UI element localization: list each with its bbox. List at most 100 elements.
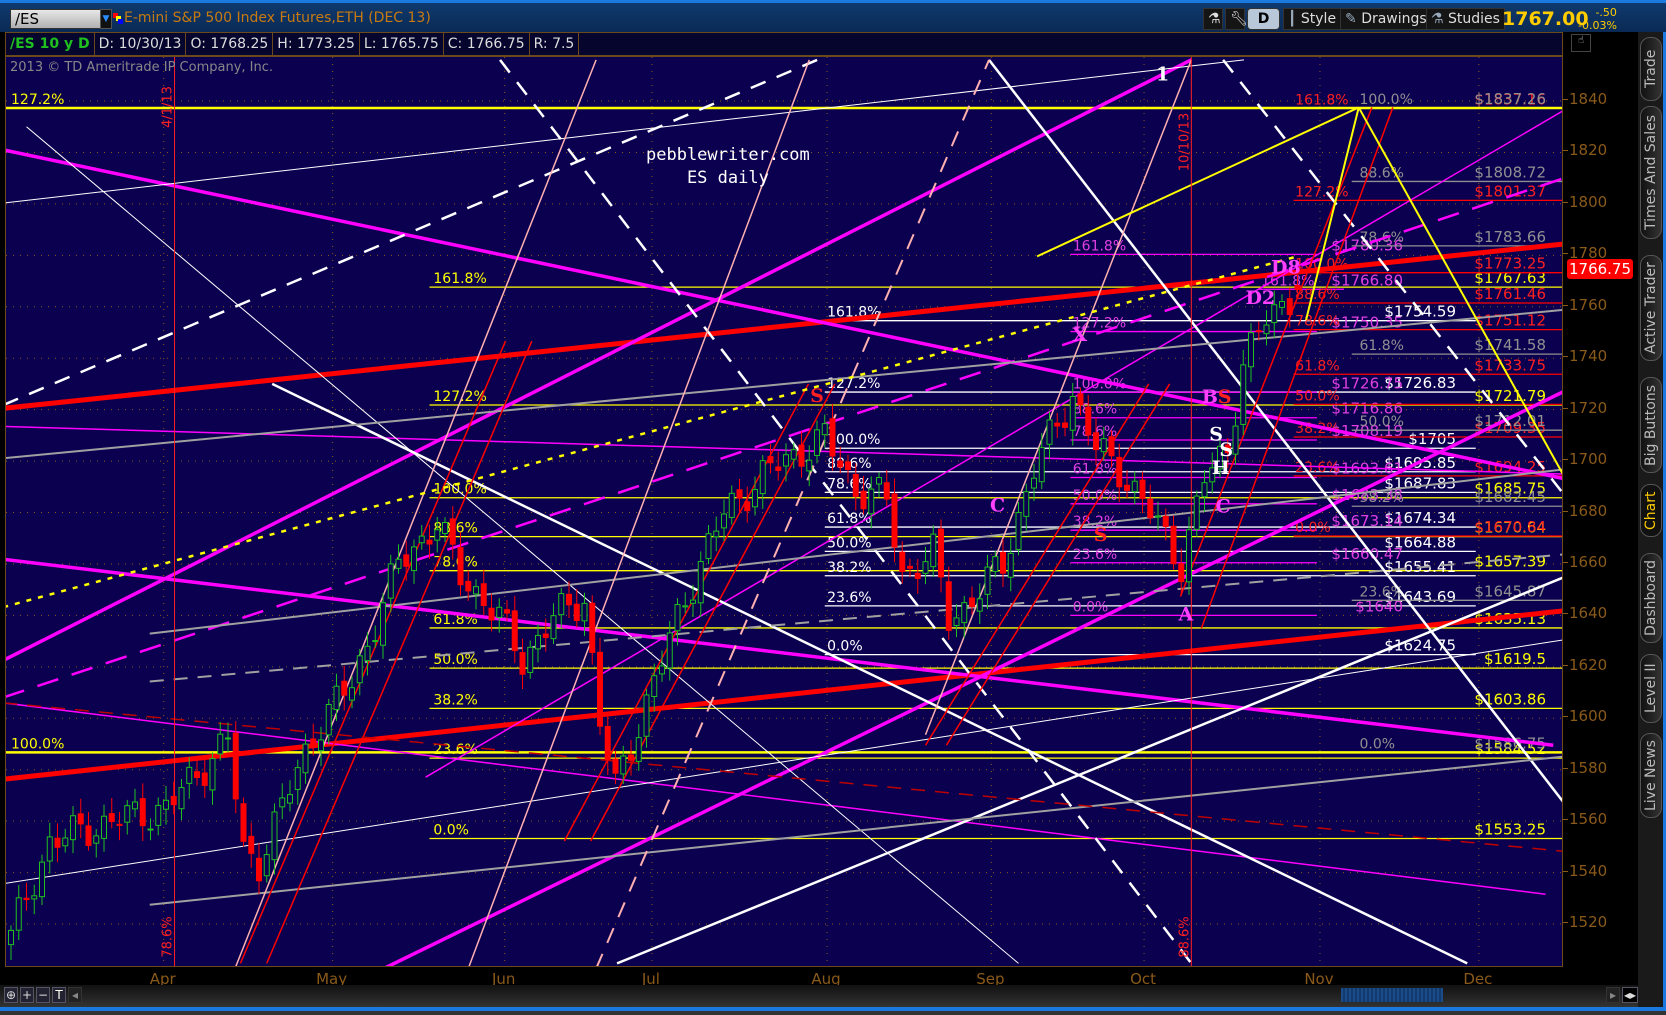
candle — [945, 566, 952, 640]
candle-body-down — [1162, 515, 1169, 527]
candle-body-down — [504, 609, 510, 614]
candle — [728, 485, 735, 525]
cursor-mode-icon[interactable]: ☝ — [1571, 34, 1591, 52]
candle-body-up — [1031, 477, 1037, 489]
candle-body-down — [465, 580, 472, 592]
fib-price-label: $1682.45 — [1474, 488, 1546, 506]
candle-body-up — [721, 513, 727, 529]
candle-body-up — [1069, 395, 1076, 431]
fib-level-label: 0.0% — [1295, 520, 1331, 536]
candle — [139, 783, 146, 841]
zoom-in-icon[interactable]: + — [20, 987, 34, 1003]
candle — [597, 637, 603, 735]
candle-body-down — [829, 418, 836, 457]
candle-body-up — [418, 535, 425, 544]
candle-body-down — [201, 772, 208, 786]
y-tick-label: 1640 — [1562, 604, 1608, 623]
candle — [163, 785, 169, 825]
candle-body-up — [1240, 364, 1247, 425]
symbol-dropdown-button[interactable]: ▼ — [100, 9, 112, 29]
candle-body-up — [682, 605, 689, 608]
candle-body-up — [271, 811, 278, 861]
candle — [519, 638, 526, 690]
candle-body-down — [1062, 422, 1068, 428]
candle-body-down — [85, 825, 92, 846]
side-tab-live-news[interactable]: Live News — [1640, 733, 1662, 818]
candle-body-down — [597, 651, 603, 727]
candle — [775, 451, 782, 481]
trendline-pink — [924, 59, 1193, 736]
side-tab-big-buttons[interactable]: Big Buttons — [1640, 377, 1662, 473]
trendline-magenta-thick — [6, 557, 1554, 748]
candle — [225, 722, 231, 753]
symbol-input[interactable]: /ES — [10, 9, 110, 29]
scroll-left-button[interactable]: ◂ — [68, 987, 82, 1003]
candle-body-down — [542, 633, 549, 638]
candle — [186, 757, 193, 799]
symbol-description: E-mini S&P 500 Index Futures,ETH (DEC 13… — [124, 10, 431, 26]
candle — [457, 532, 464, 596]
candle-body-up — [697, 560, 704, 604]
side-tab-chart[interactable]: Chart — [1640, 484, 1662, 537]
candle — [721, 499, 727, 542]
candle-body-up — [124, 805, 131, 823]
studies-button[interactable]: ⚗ Studies — [1426, 8, 1505, 30]
copyright-text: 2013 © TD Ameritrade IP Company, Inc. — [10, 60, 274, 75]
trendline-white — [6, 59, 1245, 204]
price-axis[interactable]: 1520 1540 1560 1580 1600 1620 1640 1660 1680 1700… — [1562, 56, 1633, 967]
fib-price-label: $1801.37 — [1474, 182, 1546, 200]
candle — [279, 783, 286, 820]
candle — [969, 586, 975, 615]
chart-bottom-toolbar: ⊕ + − T ◂ ▸ ◂▸ — [0, 985, 1638, 1007]
crosshair-icon[interactable]: ⊕ — [4, 987, 18, 1003]
candle-body-down — [628, 754, 634, 761]
time-scrollbar-thumb[interactable] — [1341, 988, 1443, 1002]
fib-price-label: $1837.26 — [1474, 90, 1546, 108]
y-tick-label: 1620 — [1562, 655, 1608, 674]
y-tick-label: 1720 — [1562, 398, 1608, 417]
candle — [380, 593, 386, 659]
flask-settings-icon[interactable]: ⚗ — [1203, 8, 1223, 30]
side-tab-active-trader[interactable]: Active Trader — [1640, 255, 1662, 361]
aggregation-button[interactable]: D — [1247, 8, 1280, 30]
wave-annotation: C — [990, 494, 1005, 516]
candle — [333, 673, 340, 721]
percent-change: -0.03% — [1578, 19, 1617, 32]
text-tool-icon[interactable]: T — [52, 987, 66, 1003]
symbol-period[interactable]: /ES 10 y D — [6, 33, 95, 55]
candle-body-down — [403, 554, 410, 567]
style-button[interactable]: ┃ Style — [1283, 8, 1342, 30]
candle-body-up — [728, 492, 735, 518]
wave-annotation: D2 — [1245, 287, 1275, 309]
candle-body-up — [535, 634, 541, 650]
bar-date: D: 10/30/13 — [95, 33, 187, 55]
price-chart[interactable]: 0.0% $1553.2523.6% $1584.5238.2% $1603.8650… — [6, 57, 1563, 967]
scroll-right-button[interactable]: ▸ — [1606, 987, 1620, 1003]
candle-body-up — [302, 743, 309, 774]
drawings-label: Drawings — [1361, 11, 1427, 27]
side-tab-dashboard[interactable]: Dashboard — [1640, 553, 1662, 643]
candle-body-up — [186, 766, 193, 784]
side-tab-level-ii[interactable]: Level II — [1640, 654, 1662, 723]
candle-body-down — [310, 738, 317, 747]
price-change: -.50 -0.03% — [1578, 6, 1617, 32]
zoom-out-icon[interactable]: − — [36, 987, 50, 1003]
candle-body-down — [775, 466, 782, 471]
candle-body-up — [1023, 491, 1030, 517]
candle-body-up — [527, 646, 534, 673]
drawings-button[interactable]: ✎ Drawings — [1340, 8, 1432, 30]
candle-body-up — [821, 423, 828, 436]
wrench-icon[interactable]: 🔧︎ — [1225, 8, 1248, 30]
symbol-link-icon[interactable] — [113, 13, 123, 25]
candle-body-down — [1054, 422, 1061, 427]
expand-time-icon[interactable]: ◂▸ — [1622, 987, 1638, 1003]
candle-body-up — [984, 566, 991, 595]
candle — [8, 925, 14, 961]
side-tab-trade[interactable]: Trade — [1640, 37, 1662, 101]
y-tick-label: 1820 — [1562, 141, 1608, 160]
y-tick-label: 1740 — [1562, 347, 1608, 366]
candle — [62, 828, 69, 853]
chart-plot-area[interactable]: 0.0% $1553.25 23.6% $1584.52 38.2% $1603.86 50… — [5, 56, 1563, 967]
candle — [744, 486, 751, 523]
side-tab-times-and-sales[interactable]: Times And Sales — [1640, 106, 1662, 239]
